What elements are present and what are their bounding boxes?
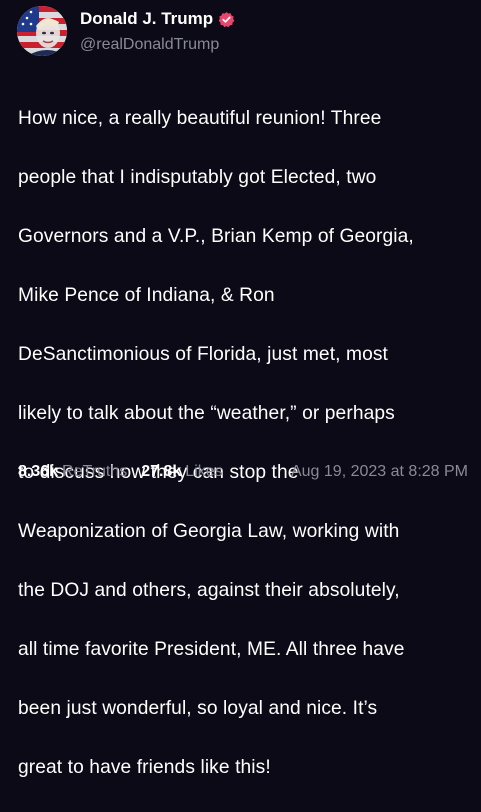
- post-text-line: Mike Pence of Indiana, & Ron: [18, 284, 275, 306]
- author-handle[interactable]: @realDonaldTrump: [80, 36, 219, 54]
- post-timestamp[interactable]: Aug 19, 2023 at 8:28 PM: [291, 463, 468, 481]
- post-text-line: been just wonderful, so loyal and nice. …: [18, 697, 378, 719]
- post-text-line: How nice, a really beautiful reunion! Th…: [18, 107, 382, 129]
- post-text: How nice, a really beautiful reunion! Th…: [18, 74, 470, 812]
- likes-label: Likes: [185, 463, 223, 480]
- retruths-label: ReTruths: [62, 463, 128, 480]
- author-display-name[interactable]: Donald J. Trump: [80, 9, 235, 29]
- retruths-count: 8.36k: [18, 463, 59, 480]
- verified-badge-icon: [218, 11, 235, 28]
- likes-stat[interactable]: 27.8k Likes: [141, 463, 222, 481]
- post-stats: 8.36k ReTruths 27.8k Likes Aug 19, 2023 …: [18, 463, 468, 481]
- avatar[interactable]: [17, 6, 67, 56]
- post-text-line: likely to talk about the “weather,” or p…: [18, 402, 395, 424]
- post-text-line: all time favorite President, ME. All thr…: [18, 638, 405, 660]
- author-name-text[interactable]: Donald J. Trump: [80, 9, 213, 29]
- post-text-line: great to have friends like this!: [18, 756, 271, 778]
- post-text-line: Governors and a V.P., Brian Kemp of Geor…: [18, 225, 414, 247]
- post-text-line: the DOJ and others, against their absolu…: [18, 579, 400, 601]
- post-text-line: DeSanctimonious of Florida, just met, mo…: [18, 343, 388, 365]
- post-text-line: people that I indisputably got Elected, …: [18, 166, 377, 188]
- truth-post: Donald J. Trump @realDonaldTrump How nic…: [0, 0, 481, 778]
- avatar-image: [17, 6, 67, 56]
- likes-count: 27.8k: [141, 463, 182, 480]
- retruths-stat[interactable]: 8.36k ReTruths: [18, 463, 127, 481]
- post-text-line: Weaponization of Georgia Law, working wi…: [18, 520, 400, 542]
